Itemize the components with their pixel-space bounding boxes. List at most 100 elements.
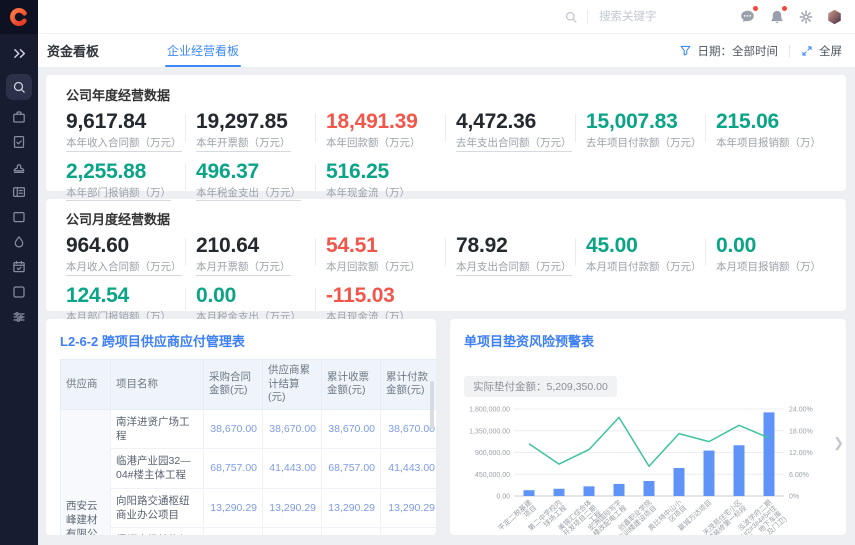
drop-icon[interactable]	[7, 233, 32, 250]
svg-text:0.00: 0.00	[496, 494, 510, 501]
svg-text:6.00%: 6.00%	[789, 472, 809, 479]
table-column-header: 供应商累计结算(元)	[263, 360, 322, 410]
metric-label: 本月项目付款额（万元）	[586, 261, 702, 274]
topbar	[38, 0, 855, 34]
metric-label: 本月回款额（万元）	[326, 261, 421, 274]
supplier-table-title: L2-6-2 跨项目供应商应付管理表	[60, 331, 436, 350]
amount-cell: 68,757.00	[204, 449, 263, 488]
file-check-icon[interactable]	[7, 133, 32, 150]
table-column-header: 累计付款金额(元)	[381, 360, 437, 410]
date-filter-label: 日期：全部时间	[698, 43, 779, 59]
table-column-header: 供应商	[61, 360, 111, 410]
amount-cell: 38,670.00	[381, 409, 437, 448]
box-icon[interactable]	[7, 283, 32, 300]
user-avatar[interactable]	[826, 8, 843, 25]
fullscreen-icon	[801, 45, 813, 57]
metric: 15,007.83 去年项目付款额（万元）	[586, 111, 716, 152]
metric-value: 15,007.83	[586, 111, 716, 133]
metric-value: 19,297.85	[196, 111, 326, 133]
amount-cell: 68,757.00	[322, 449, 381, 488]
amount-cell: 38,670.00	[322, 409, 381, 448]
metric-label: 本年税金支出（万元）	[196, 187, 301, 202]
messages-icon[interactable]	[739, 8, 756, 25]
sidebar-nav	[6, 74, 32, 325]
search-icon[interactable]	[6, 74, 32, 100]
metric: 4,472.36去年支出合同额（万元）	[456, 111, 586, 152]
metric-label: 本年现金流（万）	[326, 187, 410, 200]
metric-value: 210.64	[196, 235, 326, 257]
search-box[interactable]	[564, 10, 693, 24]
amount-cell: 45,000.00	[322, 527, 381, 535]
date-filter[interactable]: 日期：全部时间	[679, 43, 779, 59]
calendar-check-icon[interactable]	[7, 258, 32, 275]
metric: 496.37 本年税金支出（万元）	[196, 161, 326, 202]
amount-cell: 45,000.00	[263, 527, 322, 535]
app-logo-icon[interactable]	[0, 0, 38, 34]
metric-label: 本年项目报销额（万）	[716, 137, 821, 150]
supplier-payable-card: L2-6-2 跨项目供应商应付管理表 供应商项目名称采购合同金额(元)供应商累计…	[46, 319, 436, 535]
messages-badge	[753, 6, 758, 11]
actual-advance-badge: 实际垫付金额：5,209,350.00	[464, 376, 617, 397]
tabbar-divider	[789, 45, 790, 57]
notifications-icon[interactable]	[768, 8, 785, 25]
metric: 0.00本月项目报销额（万）	[716, 235, 846, 276]
project-name-cell: 得辉广场结构加固项目	[111, 527, 204, 535]
risk-warning-card: 单项目垫资风险预警表 实际垫付金额：5,209,350.00 0.000%450…	[450, 319, 846, 535]
metric-label: 本年开票额（万元）	[196, 137, 291, 152]
amount-cell: 13,290.29	[263, 488, 322, 527]
filter-funnel-icon	[679, 44, 692, 57]
metric-value: 18,491.39	[326, 111, 456, 133]
metric: 18,491.39 本年回款额（万元）	[326, 111, 456, 152]
metric-value: 45.00	[586, 235, 716, 257]
metric-label: 本年部门报销额（万）	[66, 187, 171, 202]
annual-section-title: 公司年度经营数据	[66, 85, 846, 104]
metric-value: 4,472.36	[456, 111, 586, 133]
project-name-cell: 临港产业园32—04#楼主体工程	[111, 449, 204, 488]
metric: 516.25本年现金流（万）	[326, 161, 456, 202]
amount-cell: 38,670.00	[263, 409, 322, 448]
metric-label: 本月项目报销额（万）	[716, 261, 821, 274]
metric: 54.51本月回款额（万元）	[326, 235, 456, 276]
search-input[interactable]	[597, 10, 693, 24]
metric-value: 0.00	[196, 285, 326, 307]
fullscreen-button[interactable]: 全屏	[801, 43, 842, 59]
annual-kpi-card: 公司年度经营数据 9,617.84本年收入合同额（万元）19,297.85 本年开…	[46, 75, 846, 191]
metric: 2,255.88本年部门报销额（万）	[66, 161, 196, 202]
folder-icon[interactable]	[7, 208, 32, 225]
stamp-icon[interactable]	[7, 158, 32, 175]
metric: 9,617.84本年收入合同额（万元）	[66, 111, 196, 152]
metric-label: 去年项目付款额（万元）	[586, 137, 702, 150]
svg-text:12.00%: 12.00%	[789, 450, 813, 457]
metric-label: 本年回款额（万元）	[326, 137, 421, 150]
svg-text:18.00%: 18.00%	[789, 428, 813, 435]
topbar-icons	[739, 8, 843, 25]
fullscreen-label: 全屏	[819, 43, 842, 59]
sidebar-expand-icon[interactable]	[7, 43, 31, 63]
main-content: 公司年度经营数据 9,617.84本年收入合同额（万元）19,297.85 本年开…	[38, 67, 855, 545]
metric-value: 78.92	[456, 235, 586, 257]
card-list-icon[interactable]	[7, 183, 32, 200]
table-column-header: 采购合同金额(元)	[204, 360, 263, 410]
monthly-metrics: 964.60本月收入合同额（万元）210.64本月开票额（万元）54.51本月回…	[66, 235, 846, 325]
bottom-row: L2-6-2 跨项目供应商应付管理表 供应商项目名称采购合同金额(元)供应商累计…	[46, 319, 846, 535]
metric: 78.92 本月支出合同额（万元）	[456, 235, 586, 276]
metric: 45.00 本月项目付款额（万元）	[586, 235, 716, 276]
annual-metrics: 9,617.84本年收入合同额（万元）19,297.85 本年开票额（万元） 18,…	[66, 111, 846, 201]
sliders-icon[interactable]	[7, 308, 32, 325]
amount-cell: 41,443.00	[263, 449, 322, 488]
svg-text:1,350,000.00: 1,350,000.00	[469, 428, 510, 435]
table-scrollbar[interactable]	[430, 381, 434, 429]
metric: 19,297.85 本年开票额（万元）	[196, 111, 326, 152]
tab-enterprise-dashboard[interactable]: 企业经营看板	[165, 34, 241, 67]
metric-value: 496.37	[196, 161, 326, 183]
metric-label: 本月支出合同额（万元）	[456, 261, 572, 276]
metric-value: 124.54	[66, 285, 196, 307]
svg-text:900,000.00: 900,000.00	[475, 450, 510, 457]
settings-gear-icon[interactable]	[797, 8, 814, 25]
amount-cell: 13,290.29	[381, 488, 437, 527]
table-row: 向阳路交通枢纽商业办公项目13,290.2913,290.2913,290.29…	[61, 488, 437, 527]
briefcase-icon[interactable]	[7, 108, 32, 125]
notifications-badge	[782, 6, 787, 11]
monthly-kpi-card: 公司月度经营数据 964.60本月收入合同额（万元）210.64本月开票额（万元…	[46, 199, 846, 311]
chevron-right-icon[interactable]: ❯	[833, 436, 844, 449]
